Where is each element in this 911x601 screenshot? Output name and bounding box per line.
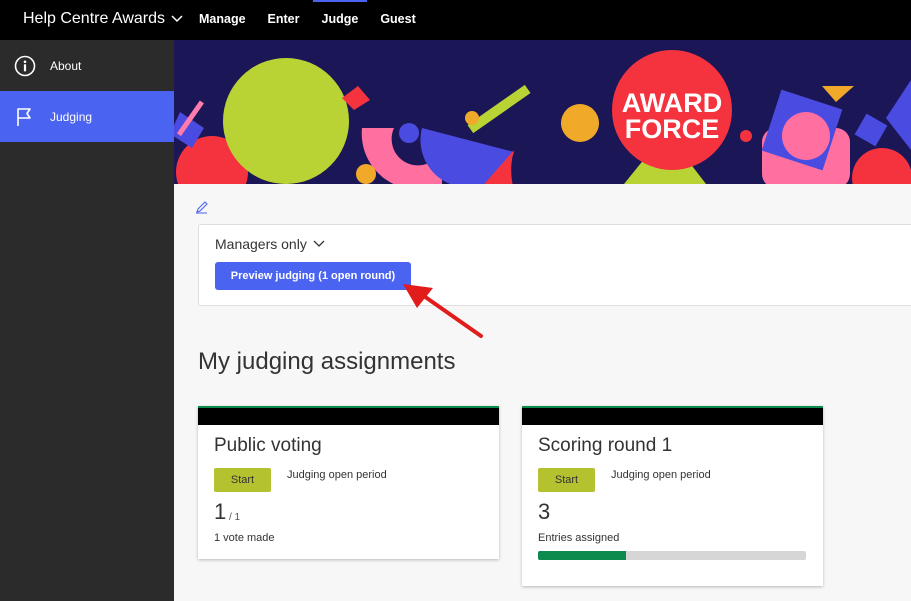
sidebar: About Judging — [0, 40, 174, 601]
judging-card-public-voting: Public voting Start Judging open period … — [198, 406, 499, 559]
app-switcher[interactable]: Help Centre Awards — [23, 10, 183, 28]
sidebar-item-judging[interactable]: Judging — [0, 91, 174, 142]
info-icon — [0, 55, 50, 77]
card-title: Public voting — [214, 435, 322, 456]
judging-card-scoring-round: Scoring round 1 Start Judging open perio… — [522, 406, 823, 586]
nav-enter[interactable]: Enter — [257, 0, 311, 40]
annotation-arrow-icon — [403, 284, 483, 338]
preview-panel: Managers only Preview judging (1 open ro… — [198, 224, 911, 306]
logo-line-2: FORCE — [625, 114, 720, 144]
vote-total: / 1 — [229, 512, 241, 523]
judging-period: Judging open period — [611, 469, 711, 481]
nav-judge[interactable]: Judge — [311, 0, 370, 40]
start-button[interactable]: Start — [214, 468, 271, 492]
audience-dropdown[interactable]: Managers only — [215, 236, 325, 252]
section-title: My judging assignments — [198, 348, 456, 375]
audience-label: Managers only — [215, 236, 307, 252]
vote-count: 1 — [214, 499, 227, 524]
progress-bar — [538, 551, 806, 560]
card-header — [522, 406, 823, 425]
chevron-down-icon — [171, 15, 183, 23]
app-title: Help Centre Awards — [23, 10, 165, 27]
progress-fill — [538, 551, 627, 560]
entries-count: 3 — [538, 499, 551, 524]
main-nav: Manage Enter Judge Guest — [188, 0, 427, 40]
sidebar-item-about[interactable]: About — [0, 40, 174, 91]
start-button[interactable]: Start — [538, 468, 595, 492]
card-title: Scoring round 1 — [538, 435, 673, 456]
sidebar-item-label: Judging — [50, 109, 93, 124]
pencil-icon[interactable] — [195, 200, 209, 214]
nav-guest[interactable]: Guest — [369, 0, 426, 40]
chevron-down-icon — [313, 240, 325, 247]
top-bar: Help Centre Awards Manage Enter Judge Gu… — [0, 0, 911, 40]
nav-manage[interactable]: Manage — [188, 0, 257, 40]
card-header — [198, 406, 499, 425]
award-banner: AWARD FORCE — [174, 40, 911, 184]
vote-caption: 1 vote made — [214, 532, 275, 544]
main-content: Managers only Preview judging (1 open ro… — [174, 184, 911, 601]
flag-icon — [0, 106, 50, 128]
judging-period: Judging open period — [287, 469, 387, 481]
sidebar-item-label: About — [50, 58, 82, 73]
preview-judging-button[interactable]: Preview judging (1 open round) — [215, 262, 411, 290]
entries-caption: Entries assigned — [538, 532, 620, 544]
